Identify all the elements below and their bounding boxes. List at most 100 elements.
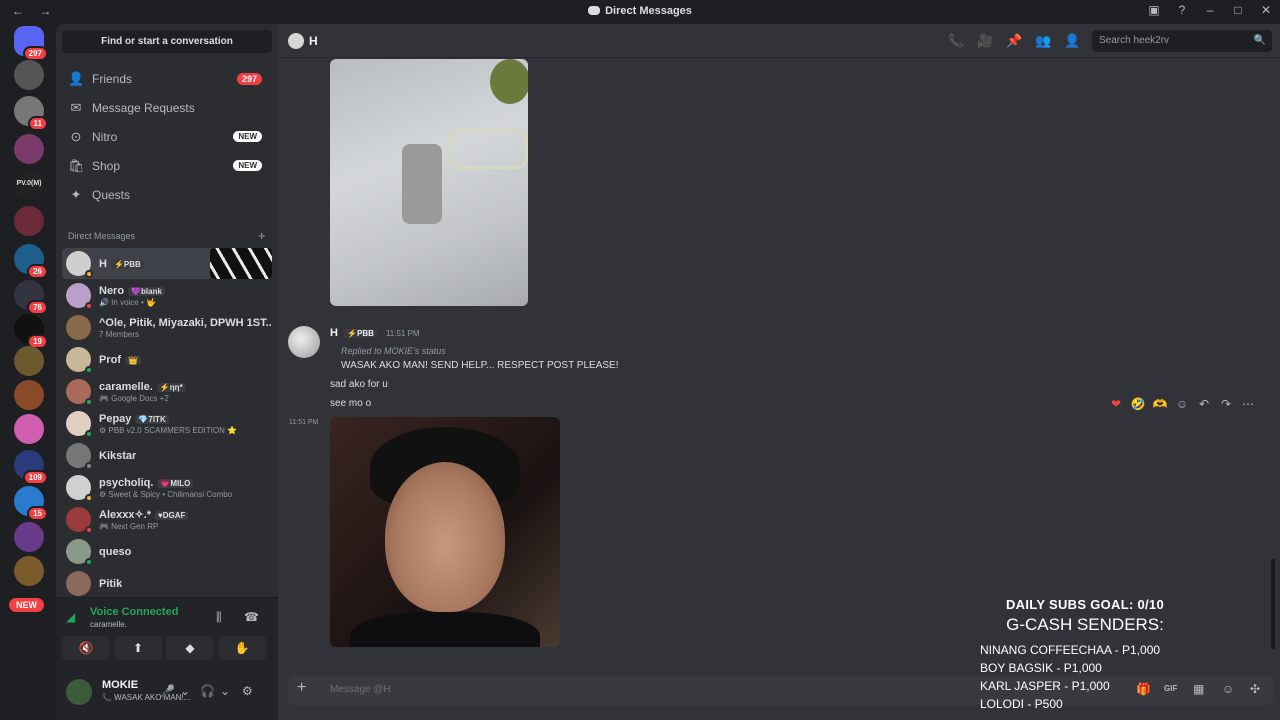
server-icon[interactable]: 11: [14, 96, 48, 131]
server-icon[interactable]: PV.0(M): [14, 170, 44, 200]
dm-item[interactable]: Alexxx✧.* ♥DGAF 🎮 Next Gen RP: [62, 504, 272, 535]
message-photo-attachment[interactable]: [330, 417, 560, 647]
heart-reaction-icon[interactable]: ❤: [1108, 397, 1124, 411]
server-icon[interactable]: [14, 60, 44, 90]
dm-item[interactable]: ^Ole, Pitik, Miyazaki, DPWH 1ST... 7 Memb…: [62, 312, 272, 343]
dm-item[interactable]: Kikstar: [62, 440, 272, 471]
maximize-button[interactable]: □: [1230, 3, 1246, 17]
nav-item-message-requests[interactable]: ✉ Message Requests: [62, 94, 272, 121]
minimize-button[interactable]: –: [1202, 3, 1218, 17]
recipient-avatar[interactable]: [288, 33, 304, 49]
photo-face: [385, 462, 505, 612]
back-forward-nav[interactable]: ← →: [12, 4, 57, 18]
message-author-avatar[interactable]: [288, 326, 320, 358]
nav-item-friends[interactable]: 👤 Friends 297: [62, 65, 272, 92]
stream-overlay: DAILY SUBS GOAL: 0/10 G-CASH SENDERS: NI…: [980, 597, 1210, 713]
dm-item[interactable]: Pepay 💎7ITK ⚙ PBB v2.0 SCAMMERS EDITION ⭐: [62, 408, 272, 439]
help-icon[interactable]: ?: [1174, 3, 1190, 17]
reply-icon[interactable]: ↶: [1196, 397, 1212, 411]
server-icon[interactable]: [14, 134, 44, 164]
settings-gear-icon[interactable]: ⚙: [242, 684, 253, 698]
dm-name: psycholiq.: [99, 476, 154, 489]
server-icon[interactable]: [14, 522, 44, 552]
mic-options-icon[interactable]: ⌄: [180, 684, 190, 698]
server-icon[interactable]: [14, 206, 44, 236]
upload-plus-icon[interactable]: +: [297, 679, 306, 697]
user-avatar[interactable]: [66, 679, 92, 705]
activities-button[interactable]: ◆: [166, 636, 214, 660]
more-options-icon[interactable]: ⋯: [1240, 397, 1256, 411]
chat-scrollbar[interactable]: [1271, 559, 1275, 649]
video-call-icon[interactable]: 🎥: [977, 33, 993, 49]
voice-channel[interactable]: caramelle.: [90, 620, 127, 629]
server-icon[interactable]: 76: [14, 280, 48, 315]
audio-options-icon[interactable]: ⌄: [220, 684, 230, 698]
presence-status-icon: [85, 462, 93, 470]
disconnect-icon[interactable]: ☎: [244, 610, 259, 624]
dm-avatar: [66, 315, 91, 340]
voice-status[interactable]: Voice Connected: [90, 606, 178, 618]
mic-icon[interactable]: 🎤: [160, 684, 175, 698]
inbox-icon[interactable]: ▣: [1146, 3, 1162, 17]
find-conversation-button[interactable]: Find or start a conversation: [62, 30, 272, 53]
dm-item[interactable]: H ⚡PBB: [62, 248, 272, 279]
server-mention-badge: 11: [27, 116, 48, 131]
count-badge: 297: [236, 72, 262, 85]
heart-hands-reaction-icon[interactable]: 🫶: [1152, 397, 1168, 411]
soundboard-button[interactable]: ✋: [218, 636, 266, 660]
nav-item-nitro[interactable]: ⊙ Nitro NEW: [62, 123, 272, 150]
server-icon[interactable]: 15: [14, 486, 48, 521]
dm-item[interactable]: Nero 💜blank 🔊 In voice • 🤟: [62, 280, 272, 311]
server-icon[interactable]: [14, 380, 44, 410]
server-mention-badge: 109: [22, 470, 48, 485]
share-screen-button[interactable]: ⬆: [114, 636, 162, 660]
presence-status-icon: [85, 558, 93, 566]
recipient-name[interactable]: H: [309, 34, 318, 48]
server-icon[interactable]: 297: [14, 26, 48, 61]
nav-item-shop[interactable]: 🛍 Shop NEW: [62, 152, 272, 179]
server-mention-badge: 76: [27, 300, 48, 315]
server-icon[interactable]: 109: [14, 450, 48, 485]
close-button[interactable]: ✕: [1258, 3, 1274, 17]
emoji-icon[interactable]: ☺: [1222, 682, 1234, 696]
image-bike: [448, 129, 528, 169]
new-unreads-pill[interactable]: NEW: [9, 598, 44, 612]
dm-name: Pitik: [99, 578, 123, 590]
dm-item[interactable]: psycholiq. 💗MILO ⚙ Sweet & Spicy • Chilima…: [62, 472, 272, 503]
message-input[interactable]: Message @H: [330, 684, 391, 695]
dm-item[interactable]: queso: [62, 536, 272, 567]
dm-item[interactable]: Pitik: [62, 568, 272, 599]
dm-item[interactable]: caramelle. ⚡ηη* 🎮 Google Docs +2: [62, 376, 272, 407]
voice-call-icon[interactable]: 📞: [948, 33, 964, 49]
server-icon[interactable]: 19: [14, 314, 48, 349]
nav-item-label: Quests: [92, 187, 131, 202]
server-list: 297 11 PV.0(M) 26 76 19 109 15 NEW: [0, 24, 56, 720]
signal-icon: ◢: [66, 610, 76, 624]
camera-off-button[interactable]: 🔇: [62, 636, 110, 660]
headphones-icon[interactable]: 🎧: [200, 684, 215, 698]
search-input[interactable]: Search heek2rv 🔍: [1092, 30, 1272, 52]
server-icon[interactable]: 26: [14, 244, 48, 279]
laughing-reaction-icon[interactable]: 🤣: [1130, 397, 1146, 411]
dm-guild-tag: ⚡PBB: [110, 260, 144, 269]
create-dm-icon[interactable]: +: [258, 228, 266, 243]
server-icon[interactable]: [14, 346, 44, 376]
apps-icon[interactable]: ✣: [1250, 682, 1260, 696]
noise-suppression-icon[interactable]: ⫼: [216, 610, 222, 625]
reply-context-label[interactable]: Replied to MOKIE's status: [341, 346, 446, 356]
server-icon[interactable]: [14, 414, 44, 444]
pinned-messages-icon[interactable]: 📌: [1006, 33, 1022, 49]
message-image-attachment[interactable]: [330, 59, 528, 306]
author-guild-tag: ⚡PBB: [344, 329, 377, 338]
dm-item[interactable]: Prof 👑: [62, 344, 272, 375]
username[interactable]: MOKIE: [102, 679, 138, 691]
dm-section-title: Direct Messages: [68, 231, 136, 241]
message-author[interactable]: H: [330, 327, 338, 339]
forward-icon[interactable]: ↷: [1218, 397, 1234, 411]
add-friends-icon[interactable]: 👥: [1035, 33, 1051, 49]
server-icon[interactable]: [14, 556, 44, 586]
nav-item-quests[interactable]: ✦ Quests: [62, 181, 272, 208]
discord-logo-icon: [588, 6, 601, 15]
add-reaction-icon[interactable]: ☺: [1174, 397, 1190, 411]
user-profile-icon[interactable]: 👤: [1064, 33, 1080, 49]
